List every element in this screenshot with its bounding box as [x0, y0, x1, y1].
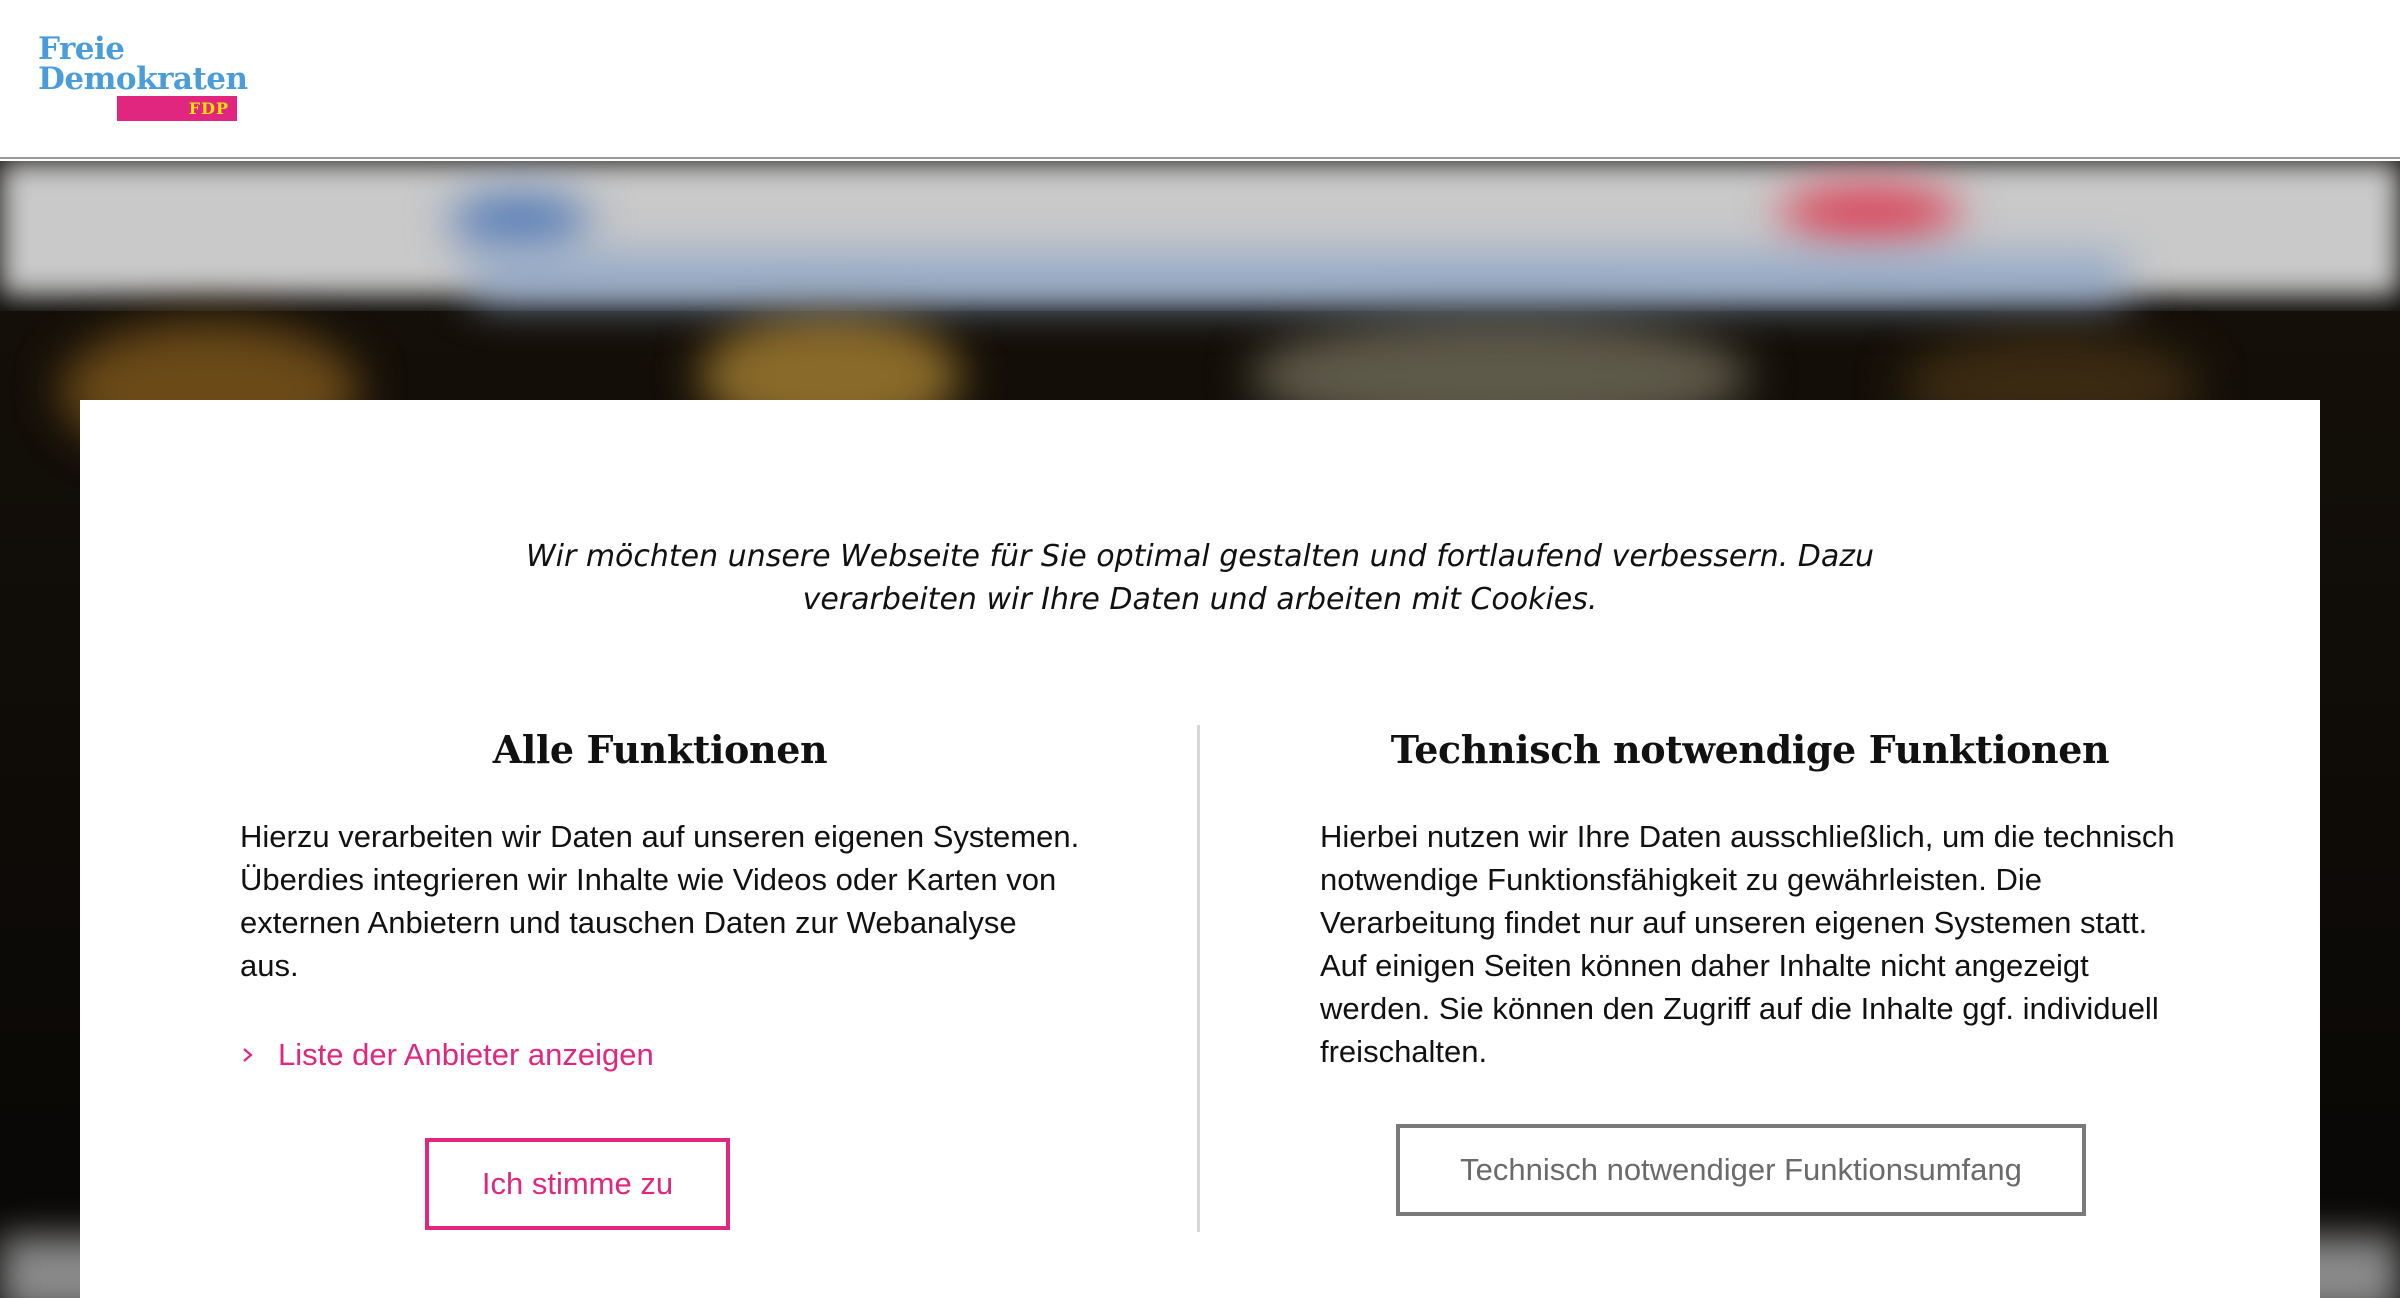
fdp-logo[interactable]: Freie Demokraten FDP: [38, 34, 248, 126]
technical-functions-title: Technisch notwendige Funktionen: [1390, 727, 2110, 772]
all-functions-description: Hierzu verarbeiten wir Daten auf unseren…: [240, 819, 1080, 983]
technical-functions-column: Technisch notwendige Funktionen Hierbei …: [1320, 725, 2180, 1073]
column-divider: [1197, 725, 1200, 1232]
technical-only-button[interactable]: Technisch notwendiger Funktionsumfang: [1396, 1124, 2086, 1216]
technical-functions-description: Hierbei nutzen wir Ihre Daten ausschließ…: [1320, 819, 2175, 1069]
blurred-logo: [450, 191, 590, 251]
blurred-donate-button: [1780, 183, 1960, 243]
all-functions-column: Alle Funktionen Hierzu verarbeiten wir D…: [240, 725, 1080, 1072]
vendor-list-link[interactable]: Liste der Anbieter anzeigen: [240, 1035, 654, 1075]
consent-intro-text: Wir möchten unsere Webseite für Sie opti…: [525, 539, 1875, 617]
logo-badge-fdp: FDP: [117, 96, 237, 121]
vendor-list-label: Liste der Anbieter anzeigen: [278, 1037, 654, 1072]
site-header: Freie Demokraten FDP: [0, 0, 2400, 159]
cookie-consent-dialog: Wir möchten unsere Webseite für Sie opti…: [80, 400, 2320, 1298]
chevron-right-icon: [243, 1048, 253, 1062]
all-functions-title: Alle Funktionen: [492, 727, 828, 772]
blurred-menu-items: [470, 256, 2130, 301]
logo-line-freie: Freie: [38, 31, 125, 67]
accept-all-button[interactable]: Ich stimme zu: [425, 1138, 730, 1230]
logo-line-demokraten: Demokraten: [38, 61, 248, 97]
